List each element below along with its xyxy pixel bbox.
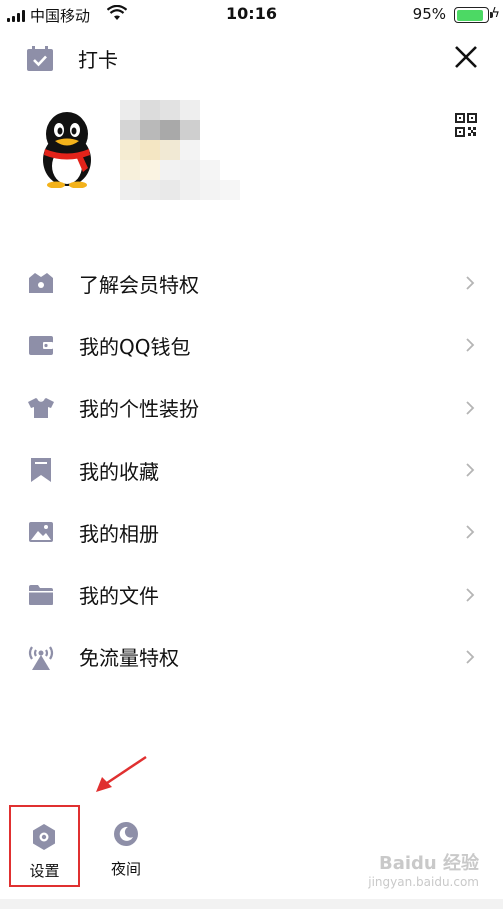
wallet-icon — [27, 331, 55, 359]
photo-icon — [27, 518, 55, 546]
blurred-nickname — [120, 100, 240, 200]
night-mode-button[interactable]: 夜间 — [98, 816, 154, 886]
menu-item-label: 我的相册 — [79, 521, 159, 546]
calendar-check-icon — [27, 45, 53, 71]
qr-code-icon[interactable] — [455, 113, 477, 137]
avatar[interactable] — [36, 110, 98, 188]
menu-item-qq-wallet[interactable]: 我的QQ钱包 — [0, 314, 503, 376]
menu-item-label: 我的个性装扮 — [79, 397, 199, 422]
menu-item-photo-album[interactable]: 我的相册 — [0, 501, 503, 563]
crown-icon — [27, 269, 55, 297]
menu-item-label: 我的文件 — [79, 584, 159, 609]
drawer-menu: 了解会员特权 我的QQ钱包 我的个性装扮 我的收藏 我的相册 我的文件 免流量特… — [0, 252, 503, 688]
chevron-right-icon — [466, 338, 475, 353]
watermark: Baidu 经验 jingyan.baidu.com — [368, 853, 479, 889]
chevron-right-icon — [466, 463, 475, 477]
menu-item-personal-dressup[interactable]: 我的个性装扮 — [0, 377, 503, 439]
menu-item-my-files[interactable]: 我的文件 — [0, 563, 503, 625]
checkin-button[interactable]: 打卡 — [26, 44, 118, 73]
night-label: 夜间 — [110, 860, 141, 878]
folder-icon — [27, 581, 55, 609]
shirt-icon — [27, 394, 55, 422]
menu-item-label: 免流量特权 — [79, 646, 179, 671]
settings-label: 设置 — [29, 862, 60, 880]
status-bar: 中国移动 10:16 95% ϟ — [0, 0, 503, 30]
moon-icon — [114, 822, 138, 846]
close-icon[interactable] — [453, 44, 479, 70]
chevron-right-icon — [466, 401, 475, 415]
checkin-label: 打卡 — [78, 48, 118, 72]
signal-tower-icon — [27, 643, 55, 671]
menu-item-favorites[interactable]: 我的收藏 — [0, 439, 503, 501]
bottom-bar — [0, 899, 503, 909]
battery-percentage: 95% — [412, 5, 446, 23]
menu-item-vip-privileges[interactable]: 了解会员特权 — [0, 252, 503, 314]
chevron-right-icon — [466, 587, 475, 602]
chevron-right-icon — [466, 525, 475, 539]
settings-button[interactable]: 设置 — [9, 805, 80, 887]
annotation-arrow-icon — [96, 755, 147, 792]
bookmark-icon — [27, 456, 55, 484]
menu-item-label: 我的收藏 — [79, 459, 159, 484]
battery-icon — [454, 7, 493, 23]
gear-icon — [33, 824, 55, 850]
menu-item-label: 我的QQ钱包 — [79, 334, 191, 359]
menu-item-free-data[interactable]: 免流量特权 — [0, 626, 503, 688]
chevron-right-icon — [466, 276, 475, 290]
chevron-right-icon — [466, 650, 475, 664]
menu-item-label: 了解会员特权 — [79, 272, 199, 297]
charging-icon: ϟ — [491, 6, 500, 21]
